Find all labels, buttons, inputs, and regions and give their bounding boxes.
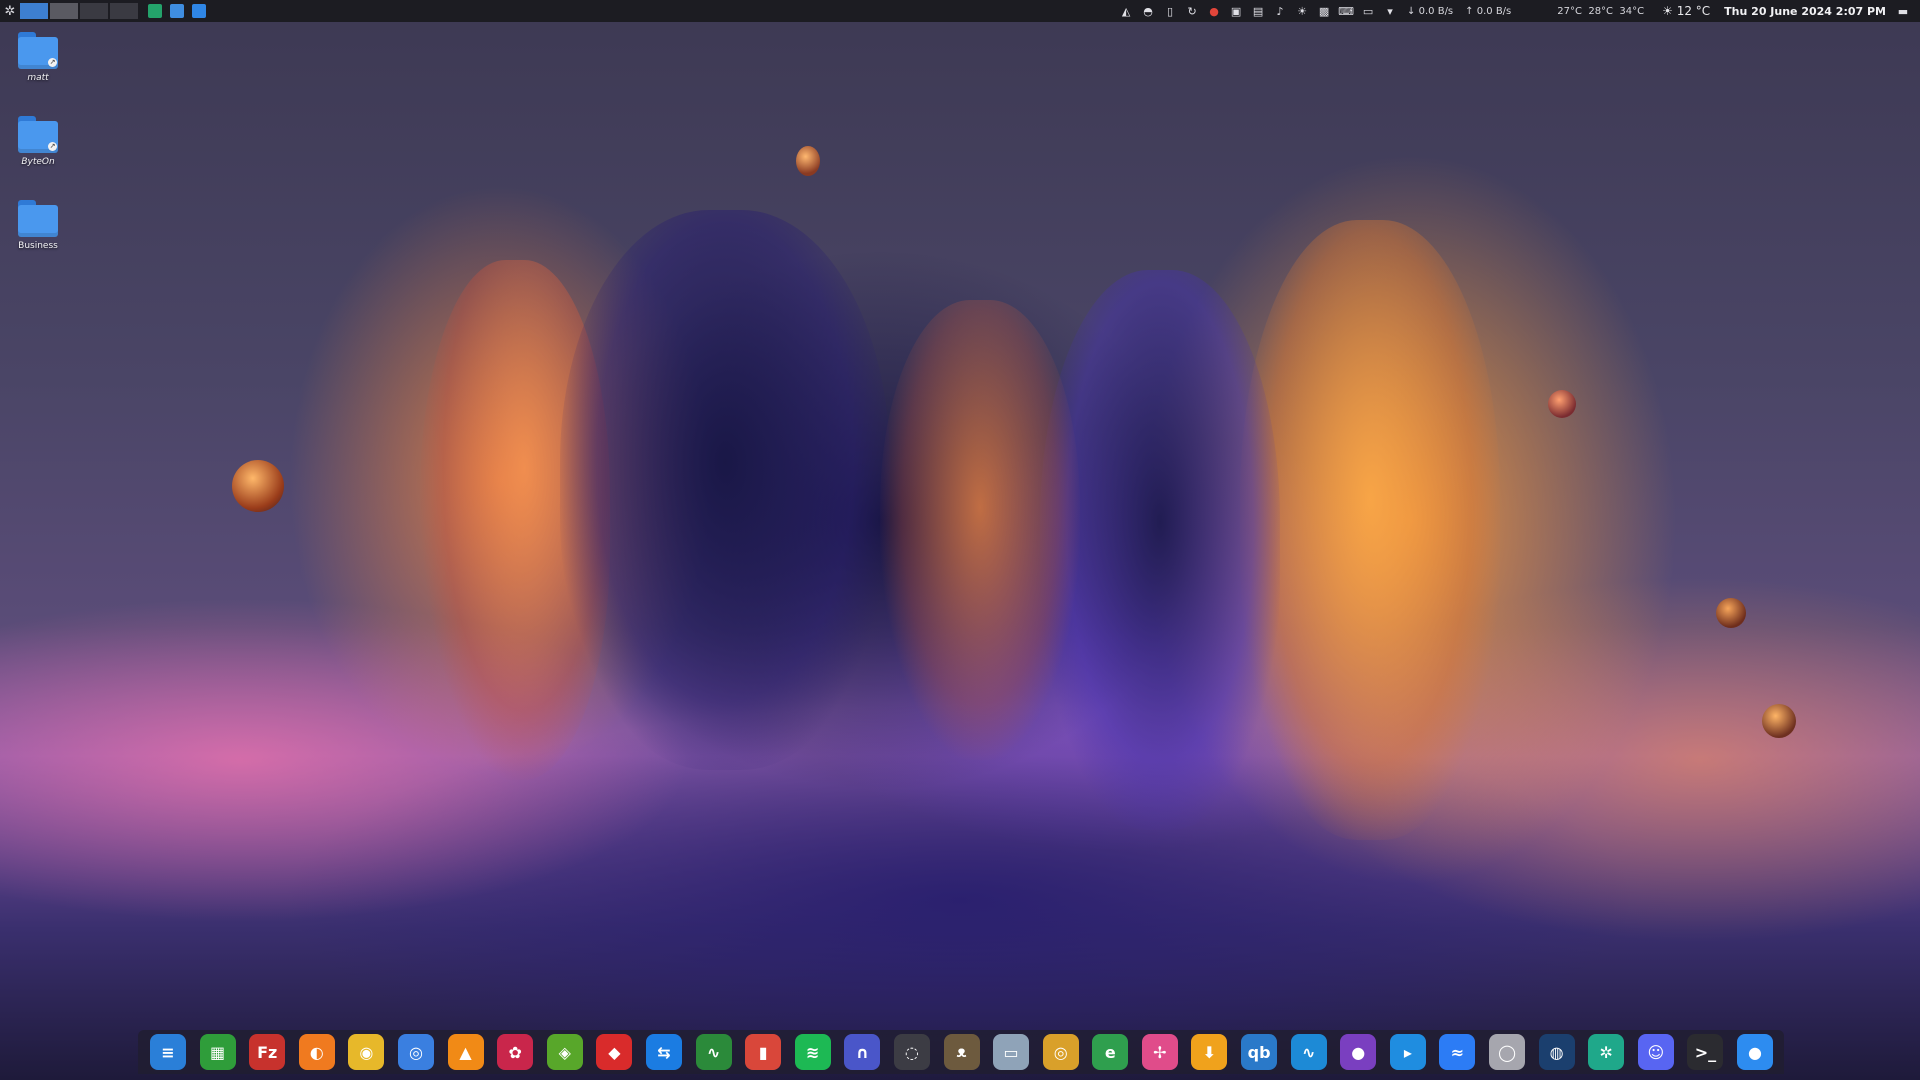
paint-icon[interactable]: ▮ [745, 1034, 782, 1070]
wallpaper-wave [1240, 220, 1500, 840]
desktop-icon-business[interactable]: Business [10, 200, 66, 251]
discord-icon[interactable]: ☺ [1637, 1034, 1674, 1070]
clipboard-icon[interactable]: ▣ [1229, 4, 1243, 18]
workspace-1[interactable] [20, 3, 48, 19]
workspace-2[interactable] [50, 3, 78, 19]
weather-text: 12 °C [1676, 4, 1711, 18]
steam-icon[interactable]: ◍ [1538, 1034, 1575, 1070]
net-upload: ↑ 0.0 B/s [1465, 5, 1512, 17]
activity-monitor-icon[interactable] [148, 4, 162, 18]
temperature-readout: 27°C 28°C 34°C [1557, 5, 1645, 17]
capture-icon[interactable]: ▩ [1317, 4, 1331, 18]
window-icon[interactable] [192, 4, 206, 18]
location-icon[interactable]: ◓ [1141, 4, 1155, 18]
edge-icon[interactable]: e [1092, 1034, 1129, 1070]
teamviewer-icon[interactable]: ⇆ [645, 1034, 682, 1070]
wallpaper-droplet [232, 460, 284, 512]
analytics-icon[interactable]: ∿ [1290, 1034, 1327, 1070]
brightness-icon[interactable]: ☀ [1295, 4, 1309, 18]
wallpaper-wave [1040, 270, 1280, 830]
keyboard-icon[interactable]: ⌨ [1338, 4, 1354, 18]
vlc-icon[interactable]: ▲ [447, 1034, 484, 1070]
notifications-icon[interactable]: ▬ [1896, 4, 1910, 18]
temperature-icon[interactable]: ▯ [1163, 4, 1177, 18]
wallpaper-droplet [1716, 598, 1746, 628]
weather-icon: ☀ [1662, 4, 1673, 18]
clock[interactable]: Thu 20 June 2024 2:07 PM [1724, 5, 1886, 18]
wallpaper-droplet [796, 146, 820, 176]
calc-icon[interactable]: ▦ [199, 1034, 236, 1070]
sync-icon[interactable]: ↻ [1185, 4, 1199, 18]
terminal-icon[interactable]: >_ [1687, 1034, 1724, 1070]
filezilla-icon[interactable]: Fz [249, 1034, 286, 1070]
screens-icon[interactable]: ▤ [1251, 4, 1265, 18]
desktop-icon-label: matt [27, 73, 49, 83]
panel-left: ✲ [0, 0, 206, 22]
browser-icon[interactable]: ◎ [397, 1034, 434, 1070]
gimp-icon[interactable]: ᴥ [943, 1034, 980, 1070]
wallpaper-wave [560, 210, 890, 770]
weather-widget[interactable]: ☀ 12 °C [1662, 4, 1710, 18]
desktop: ✲ ◭ ◓ ▯ ↻ ● ▣ ▤ ♪ ☀ ▩ ⌨ ▭ ▾ ↓ 0.0 B/s ↑ … [0, 0, 1920, 1080]
wallpaper-droplet [1548, 390, 1576, 418]
target-icon[interactable]: ◎ [1042, 1034, 1079, 1070]
pinwheel-icon[interactable]: ✢ [1141, 1034, 1178, 1070]
obs-icon[interactable]: ◌ [893, 1034, 930, 1070]
qbittorrent-icon[interactable]: qb [1241, 1034, 1278, 1070]
spotify-icon[interactable]: ≋ [794, 1034, 831, 1070]
wallpaper-droplet [1762, 704, 1796, 738]
chrome-icon[interactable]: ◉ [348, 1034, 385, 1070]
desktop-icon-label: Business [18, 241, 58, 251]
disc-icon[interactable]: ◯ [1489, 1034, 1526, 1070]
wallpaper-wave [420, 260, 610, 780]
download-icon[interactable]: ⬇ [1191, 1034, 1228, 1070]
redshift-icon[interactable]: ● [1207, 4, 1221, 18]
desktop-icon-matt[interactable]: ↗ matt [10, 32, 66, 83]
vpn-icon[interactable] [170, 4, 184, 18]
workspace-3[interactable] [80, 3, 108, 19]
folder-icon: ↗ [16, 32, 60, 70]
chat-icon[interactable]: ▸ [1389, 1034, 1426, 1070]
menu-icon[interactable]: ✲ [0, 0, 20, 22]
messenger-icon[interactable]: ≈ [1439, 1034, 1476, 1070]
net-download: ↓ 0.0 B/s [1407, 5, 1454, 17]
display-icon[interactable]: ▭ [1361, 4, 1375, 18]
network-icon[interactable]: ◭ [1119, 4, 1133, 18]
folder-icon: ↗ [16, 116, 60, 154]
desktop-icon-byteon[interactable]: ↗ ByteOn [10, 116, 66, 167]
raspberry-icon[interactable]: ✿ [497, 1034, 534, 1070]
nvidia-icon[interactable]: ◈ [546, 1034, 583, 1070]
workspace-4[interactable] [110, 3, 138, 19]
headset-icon[interactable]: ∩ [844, 1034, 881, 1070]
panel-right: ◭ ◓ ▯ ↻ ● ▣ ▤ ♪ ☀ ▩ ⌨ ▭ ▾ ↓ 0.0 B/s ↑ 0.… [1115, 0, 1920, 22]
jar-icon[interactable]: ▭ [993, 1034, 1030, 1070]
aperture-icon[interactable]: ✲ [1588, 1034, 1625, 1070]
messages-icon[interactable]: ● [1737, 1034, 1773, 1070]
anydesk-icon[interactable]: ◆ [596, 1034, 633, 1070]
wallpaper-wave [880, 300, 1080, 760]
podcast-icon[interactable]: ● [1340, 1034, 1377, 1070]
firefox-icon[interactable]: ◐ [298, 1034, 335, 1070]
folder-icon [16, 200, 60, 238]
volume-icon[interactable]: ♪ [1273, 4, 1287, 18]
top-panel: ✲ ◭ ◓ ▯ ↻ ● ▣ ▤ ♪ ☀ ▩ ⌨ ▭ ▾ ↓ 0.0 B/s ↑ … [0, 0, 1920, 22]
desktop-icon-label: ByteOn [21, 157, 55, 167]
dock: ≡ ▦ Fz ◐ ◉ ◎ ▲ ✿ ◈ ◆ ⇆ ∿ ▮ ≋ ∩ ◌ ᴥ ▭ ◎ e ✢ ⬇ qb ∿ ● ▸ ≈ ◯ ◍ ✲ ☺ >_ ● [138, 1030, 1784, 1074]
dropdown-icon[interactable]: ▾ [1383, 4, 1397, 18]
writer-icon[interactable]: ≡ [150, 1034, 186, 1070]
system-monitor-icon[interactable]: ∿ [695, 1034, 732, 1070]
